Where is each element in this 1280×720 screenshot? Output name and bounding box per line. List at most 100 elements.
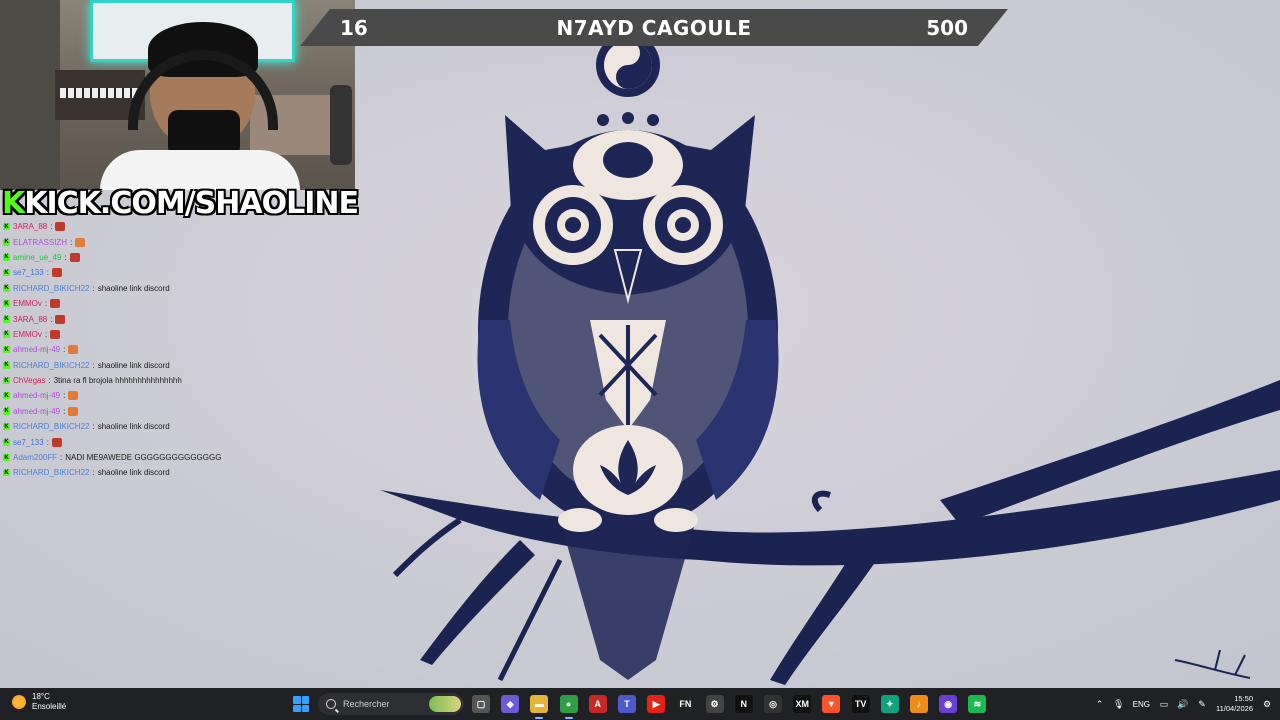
chat-overlay: K 3ARA_88: K ELATRASSIZH: Kamine_ue_49: Kse7_… <box>3 219 243 481</box>
language-indicator[interactable]: ENG <box>1133 700 1150 709</box>
chat-message: Kahmed-mj-49: <box>3 388 243 403</box>
chrome-icon[interactable]: ● <box>559 695 578 719</box>
pen-icon[interactable]: ✎ <box>1197 699 1207 709</box>
brave-icon[interactable]: ▼ <box>822 695 841 713</box>
chat-separator: : <box>63 391 66 401</box>
volume-icon[interactable]: 🔊 <box>1177 699 1188 709</box>
chat-username: se7_133 <box>13 268 44 278</box>
clock-time: 15:50 <box>1234 694 1253 703</box>
notification-bell-icon[interactable]: ⚙ <box>1262 699 1272 709</box>
chat-separator: : <box>44 299 48 309</box>
spotify-icon[interactable]: ≋ <box>968 695 987 713</box>
chat-separator: : <box>92 468 95 478</box>
kick-badge-icon: K <box>3 284 10 292</box>
chat-emote-icon <box>51 437 62 447</box>
xm-icon[interactable]: XM <box>793 695 812 713</box>
chat-username: RICHARD_BIKICH22 <box>13 283 90 293</box>
chat-message: K 3ARA_88: <box>3 219 243 234</box>
scoreboard-title: N7AYD CAGOULE <box>556 15 752 40</box>
webcam-shelf <box>0 0 60 190</box>
chat-message: K RICHARD_BIKICH22: shaoline link discord <box>3 281 243 296</box>
youtube-icon[interactable]: ▶ <box>647 695 666 713</box>
chat-emote-icon <box>69 252 80 262</box>
chat-username: RICHARD_BIKICH22 <box>13 360 90 370</box>
webcam-overlay <box>0 0 355 190</box>
copilot-icon[interactable]: ◆ <box>501 695 520 713</box>
adobe-icon[interactable]: A <box>588 695 607 713</box>
scoreboard: 16 N7AYD CAGOULE 500 <box>300 9 1008 46</box>
weather-widget[interactable]: 18°C Ensoleillé <box>12 692 66 712</box>
chat-separator: : <box>60 453 63 463</box>
chat-message-text: shaoline link discord <box>97 468 170 478</box>
kick-badge-icon: K <box>3 330 10 338</box>
chat-separator: : <box>46 268 49 278</box>
kick-badge-icon: K <box>3 315 10 323</box>
fn-app-icon[interactable]: FN <box>676 695 695 713</box>
webcam-organ-keys <box>60 88 140 98</box>
kick-badge-icon: K <box>3 253 10 261</box>
tradingview-icon[interactable]: TV <box>851 695 870 713</box>
chat-username: 3ARA_88 <box>13 314 48 324</box>
windows-taskbar: 18°C Ensoleillé Rechercher ▢ ◆ ▬ ● A T ▶ FN ⚙ N ◎ X… <box>0 688 1280 720</box>
kick-badge-icon: K <box>3 423 10 431</box>
chat-message: Kahmed-mj-49: <box>3 342 243 357</box>
chat-emote-icon <box>68 345 79 355</box>
chat-separator: : <box>48 376 51 386</box>
chat-separator: : <box>92 283 95 293</box>
chat-emote-icon <box>51 268 62 278</box>
taskbar-search-box[interactable]: Rechercher <box>318 693 464 715</box>
chevron-up-icon[interactable]: ⌃ <box>1095 699 1105 709</box>
chat-separator: : <box>50 314 53 324</box>
chat-emote-icon <box>50 299 61 309</box>
kick-channel-banner: K KICK.COM/SHAOLINE <box>2 186 359 221</box>
chat-message: K RICHARD_BIKICH22: shaoline link discord <box>3 419 243 434</box>
taskbar-clock[interactable]: 15:50 11/04/2026 <box>1216 694 1253 714</box>
chat-message: Kse7_133: <box>3 434 243 449</box>
chat-message: K ChVegas:3tina ra fl brojola hhhhhhhhhhh… <box>3 373 243 388</box>
chat-message-text: shaoline link discord <box>97 283 170 293</box>
kick-badge-icon: K <box>3 377 10 385</box>
obs-icon[interactable]: ◉ <box>939 695 958 713</box>
microphone-icon[interactable]: 🎙 <box>1113 699 1124 709</box>
kick-badge-icon: K <box>3 469 10 477</box>
github-icon[interactable]: ◎ <box>764 695 782 713</box>
kick-badge-icon: K <box>3 361 10 369</box>
chat-message: K EMMOv: <box>3 296 243 311</box>
chat-separator: : <box>63 345 66 355</box>
chat-username: ELATRASSIZH <box>13 237 68 247</box>
chat-emote-icon <box>68 391 79 401</box>
kick-badge-icon: K <box>3 223 10 231</box>
windows-start-button[interactable] <box>293 696 309 712</box>
chat-username: EMMOv <box>13 329 42 339</box>
chat-username: ahmed-mj-49 <box>13 345 61 355</box>
scoreboard-left-value: 16 <box>340 15 368 40</box>
chat-separator: : <box>92 422 95 432</box>
chat-username: se7_133 <box>13 437 44 447</box>
kick-badge-icon: K <box>3 454 10 462</box>
steam-like-icon[interactable]: ⚙ <box>705 695 724 713</box>
chat-emote-icon <box>75 237 86 247</box>
fl-studio-icon[interactable]: ♪ <box>910 695 928 713</box>
chat-message-text: shaoline link discord <box>97 360 170 370</box>
chat-message: K RICHARD_BIKICH22: shaoline link discord <box>3 358 243 373</box>
network-icon[interactable]: ▭ <box>1159 699 1169 709</box>
chat-username: EMMOv <box>13 299 42 309</box>
file-explorer-icon[interactable]: ▬ <box>530 695 549 719</box>
teams-icon[interactable]: T <box>618 695 636 713</box>
chat-username: RICHARD_BIKICH22 <box>13 422 90 432</box>
chat-username: Adam200FF <box>13 453 58 463</box>
chat-separator: : <box>63 406 66 416</box>
task-view-icon[interactable]: ▢ <box>472 695 490 713</box>
kick-badge-icon: K <box>3 392 10 400</box>
chat-username: RICHARD_BIKICH22 <box>13 468 90 478</box>
netflix-icon[interactable]: N <box>734 695 753 713</box>
windows-logo-icon <box>293 696 301 704</box>
chat-message-text: shaoline link discord <box>97 422 170 432</box>
chat-message: K RICHARD_BIKICH22: shaoline link discord <box>3 465 243 480</box>
search-highlight-thumbnail <box>429 696 461 712</box>
kick-badge-icon: K <box>3 407 10 415</box>
chat-message: Kse7_133: <box>3 265 243 280</box>
chat-message: Kahmed-mj-49: <box>3 404 243 419</box>
chat-message-text: 3tina ra fl brojola hhhhhhhhhhhhhhh <box>53 376 182 386</box>
chatgpt-app-icon[interactable]: ✦ <box>880 695 899 713</box>
